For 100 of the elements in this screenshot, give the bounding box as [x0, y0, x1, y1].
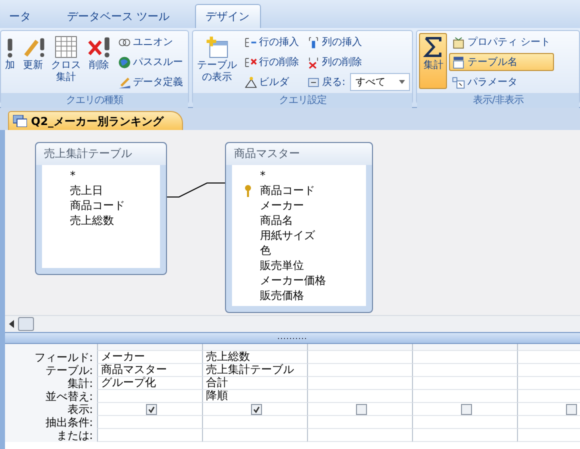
grid-cell[interactable]: メーカー: [97, 351, 202, 364]
table-name-icon: [452, 56, 466, 68]
field-name[interactable]: メーカー価格: [260, 273, 326, 288]
row-insert-icon: [244, 36, 257, 48]
scroll-thumb[interactable]: [18, 317, 34, 331]
grid-cell[interactable]: [307, 351, 412, 364]
ribbon-button[interactable]: 加: [3, 33, 17, 89]
checkbox[interactable]: [251, 404, 262, 414]
ribbon-button[interactable]: パラメータ: [449, 73, 554, 91]
checkbox[interactable]: [146, 404, 157, 414]
field-name[interactable]: 商品コード: [70, 198, 125, 213]
ribbon-button[interactable]: データ定義: [115, 73, 186, 91]
group-label: クエリの種類: [1, 93, 188, 108]
grid-cell[interactable]: [202, 429, 307, 442]
ribbon-tab[interactable]: デザイン: [194, 4, 260, 28]
grid-cell[interactable]: [412, 364, 517, 377]
join-line: [167, 182, 225, 198]
checkbox[interactable]: [566, 404, 577, 414]
ribbon-button[interactable]: 行の挿入: [241, 33, 302, 51]
field-name[interactable]: 販売価格: [260, 288, 304, 303]
row-label: 並べ替え:: [5, 390, 97, 403]
grid-cell[interactable]: [97, 416, 202, 429]
ruler-pencil-icon: [118, 76, 131, 88]
grid-cell[interactable]: [412, 416, 517, 429]
grid-cell[interactable]: [307, 377, 412, 390]
check-icon: [148, 406, 155, 412]
field-name[interactable]: 商品名: [260, 213, 293, 228]
group-label: クエリ設定: [193, 93, 412, 108]
checkbox[interactable]: [461, 404, 472, 414]
grid-cell[interactable]: [412, 390, 517, 403]
check-icon: [253, 406, 260, 412]
column-selector[interactable]: [412, 344, 517, 351]
row-label: または:: [5, 429, 97, 442]
column-selector[interactable]: [202, 344, 307, 351]
caret-icon: [399, 80, 406, 84]
row-label: テーブル:: [5, 364, 97, 377]
table-add-icon: [205, 35, 229, 59]
field-name[interactable]: 商品コード: [260, 183, 315, 198]
field-name[interactable]: *: [70, 169, 76, 182]
grid-cell[interactable]: 合計: [202, 377, 307, 390]
ribbon-button[interactable]: テーブル の表示: [195, 33, 239, 89]
ribbon-button[interactable]: 更新: [19, 33, 47, 89]
column-selector[interactable]: [97, 344, 202, 351]
return-icon: [307, 76, 320, 88]
grid-cell[interactable]: [97, 429, 202, 442]
parameter-icon: [452, 76, 466, 88]
field-name[interactable]: 売上日: [70, 183, 103, 198]
ribbon-button[interactable]: 行の削除: [241, 53, 302, 71]
query-icon: [13, 115, 27, 127]
grid-cell[interactable]: [307, 390, 412, 403]
grid-icon: [54, 35, 78, 59]
checkbox[interactable]: [356, 404, 367, 414]
row-label: 抽出条件:: [5, 416, 97, 429]
row-label: 集計:: [5, 377, 97, 390]
table-title: 売上集計テーブル: [36, 143, 166, 165]
grid-cell[interactable]: [412, 351, 517, 364]
row-label: 表示:: [5, 403, 97, 416]
field-name[interactable]: 色: [260, 243, 271, 258]
grid-cell[interactable]: グループ化: [97, 377, 202, 390]
return-button[interactable]: 戻る:: [304, 73, 348, 91]
field-name[interactable]: 用紙サイズ: [260, 228, 315, 243]
field-name[interactable]: メーカー: [260, 198, 304, 213]
grid-cell[interactable]: [97, 390, 202, 403]
grid-cell[interactable]: [202, 416, 307, 429]
grip-icon: [278, 336, 308, 340]
group-label: 表示/非表示: [417, 93, 579, 108]
ribbon-button[interactable]: 削除: [85, 33, 113, 89]
grid-cell[interactable]: [307, 364, 412, 377]
ribbon-button[interactable]: パススルー: [115, 53, 186, 71]
scroll-left-icon[interactable]: [9, 320, 14, 328]
ribbon-button[interactable]: 列の挿入: [304, 33, 410, 51]
cross-exclamation-icon: [87, 35, 111, 59]
ribbon-tab[interactable]: データベース ツール: [56, 4, 180, 28]
ribbon-button[interactable]: ビルダ: [241, 73, 302, 91]
table-title: 商品マスター: [226, 143, 372, 165]
grid-cell[interactable]: [412, 377, 517, 390]
grid-cell[interactable]: 売上総数: [202, 351, 307, 364]
wand-icon: [244, 76, 257, 88]
row-label: フィールド:: [5, 351, 97, 364]
document-tab[interactable]: Q2_メーカー別ランキング: [8, 111, 183, 130]
grid-cell[interactable]: 降順: [202, 390, 307, 403]
column-selector[interactable]: [307, 344, 412, 351]
ribbon-button[interactable]: クロス 集計: [49, 33, 83, 89]
grid-cell[interactable]: [307, 416, 412, 429]
grid-cell[interactable]: 売上集計テーブル: [202, 364, 307, 377]
ribbon-tab[interactable]: ータ: [0, 4, 42, 28]
property-sheet-icon: [452, 36, 466, 48]
column-insert-icon: [307, 36, 320, 48]
ribbon-button[interactable]: テーブル名: [449, 53, 554, 71]
grid-cell[interactable]: [412, 429, 517, 442]
return-dropdown[interactable]: すべて: [350, 73, 410, 91]
field-name[interactable]: 売上総数: [70, 213, 114, 228]
field-name[interactable]: *: [260, 169, 266, 182]
grid-cell[interactable]: 商品マスター: [97, 364, 202, 377]
ribbon-button[interactable]: プロパティ シート: [449, 33, 554, 51]
field-name[interactable]: 販売単位: [260, 258, 304, 273]
ribbon-button[interactable]: ユニオン: [115, 33, 186, 51]
grid-cell[interactable]: [307, 429, 412, 442]
ribbon-button[interactable]: 集計: [419, 33, 448, 89]
ribbon-button[interactable]: 列の削除: [304, 53, 410, 71]
